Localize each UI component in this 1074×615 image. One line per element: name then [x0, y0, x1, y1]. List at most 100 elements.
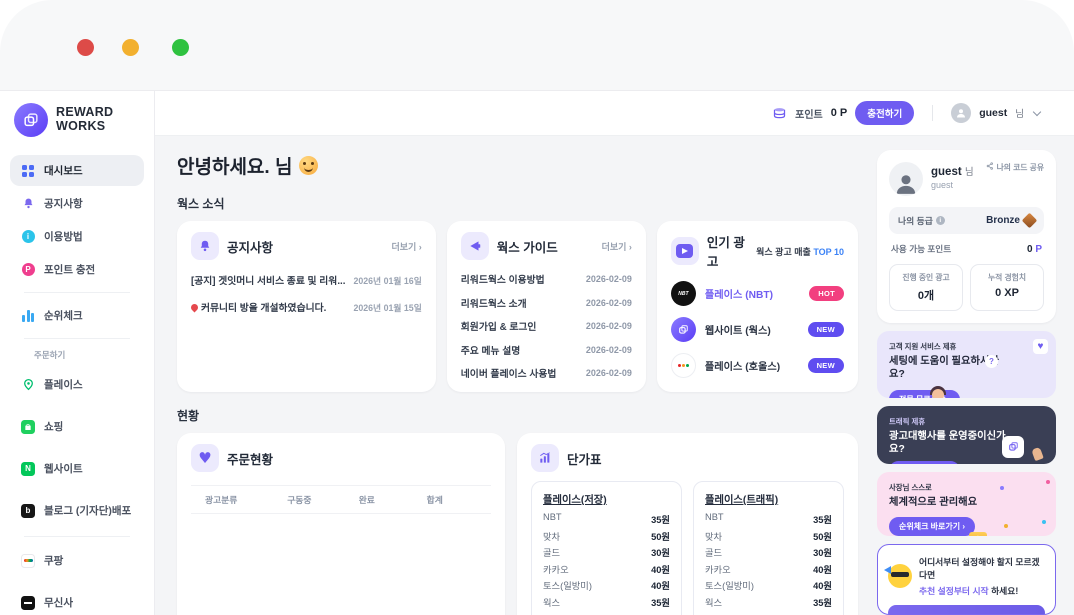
- megaphone-icon: [461, 232, 489, 260]
- card-title: 주문현황: [227, 449, 491, 468]
- partnership-inquiry-button[interactable]: 제휴 문의하기 ›: [889, 461, 960, 463]
- guide-item[interactable]: 네이버 플레이스 사용법 2026-02-09: [461, 366, 632, 380]
- charge-button[interactable]: 충전하기: [855, 101, 914, 125]
- divider: [24, 338, 130, 339]
- ai-brand-register-button[interactable]: AI 브랜드 등록 바로가기 →: [888, 605, 1045, 615]
- ai-banner[interactable]: 어디서부터 설정해야 할지 모르겠다면 추천 설정부터 시작 하세요! AI 브…: [877, 544, 1056, 615]
- notice-card: 공지사항 더보기 › [공지] 겟잇머니 서비스 종료 및 리워... 2026…: [177, 221, 436, 392]
- topbar: 포인트 0 P 충전하기 guest 님: [155, 91, 1074, 136]
- sidebar-item-point-charge[interactable]: P 포인트 충전: [10, 254, 144, 285]
- guide-item[interactable]: 주요 메뉴 설명 2026-02-09: [461, 343, 632, 357]
- card-title: 웍스 가이드: [497, 237, 594, 256]
- free-consult-button[interactable]: 전문 무료상담 ›: [889, 390, 960, 398]
- maximize-window-button[interactable]: [172, 39, 189, 56]
- popular-more-link[interactable]: 웍스 광고 매출 TOP 10: [756, 245, 844, 258]
- coupang-logo-icon: [21, 554, 35, 568]
- notice-more-link[interactable]: 더보기 ›: [391, 240, 421, 253]
- shopping-bag-icon: [21, 420, 35, 434]
- sidebar-item-label: 이용방법: [44, 229, 83, 244]
- popular-ad-item[interactable]: 플레이스 (호올스) NEW: [671, 353, 844, 378]
- chevron-down-icon[interactable]: [1033, 107, 1041, 115]
- popular-ad-item[interactable]: 웹사이트 (웍스) NEW: [671, 317, 844, 342]
- sidebar-item-musinsa[interactable]: 무신사: [10, 586, 144, 615]
- info-icon[interactable]: i: [936, 216, 945, 225]
- orders-table-header: 광고분류 구동중 완료 합계: [191, 485, 491, 514]
- card-title: 인기 광고: [707, 232, 748, 270]
- divider: [24, 536, 130, 537]
- blog-b-icon: b: [21, 504, 35, 518]
- guide-item[interactable]: 리워드웍스 이용방법 2026-02-09: [461, 272, 632, 286]
- notice-item[interactable]: [공지] 겟잇머니 서비스 종료 및 리워... 2026년 01월 16일: [191, 273, 422, 287]
- info-icon: i: [21, 230, 35, 243]
- price-table-card: 단가표 플레이스(저장) NBT35원 맞차50원 골드30원 카카오40원 토…: [517, 433, 858, 615]
- orders-table-body: [191, 514, 491, 610]
- heart-tile-icon: ♥: [1033, 339, 1048, 354]
- share-icon: [986, 162, 994, 170]
- app-window: REWARD WORKS 대시보드 공지사항 i 이용방법: [0, 0, 1074, 615]
- sidebar-item-notice[interactable]: 공지사항: [10, 188, 144, 219]
- popular-ad-item[interactable]: NBT 플레이스 (NBT) HOT: [671, 281, 844, 306]
- orders-card: ♥ 주문현황 광고분류 구동중 완료 합계: [177, 433, 505, 615]
- sidebar-item-website[interactable]: N 웹사이트: [10, 452, 144, 485]
- rank-bars-icon: [21, 309, 35, 322]
- points-value: 0 P: [831, 107, 848, 119]
- minimize-window-button[interactable]: [122, 39, 139, 56]
- card-title: 공지사항: [227, 237, 383, 256]
- bronze-badge-icon: [1022, 213, 1038, 229]
- sidebar-item-label: 순위체크: [44, 308, 83, 323]
- sidebar-item-label: 포인트 충전: [44, 262, 95, 277]
- naver-n-icon: N: [21, 462, 35, 476]
- profile-subname: guest: [931, 180, 974, 190]
- sidebar-item-label: 블로그 (기자단)배포: [44, 503, 131, 518]
- profile-card: guest 님 guest 나의 코드 공유 나의 등급i Bronze: [877, 150, 1056, 323]
- support-banner[interactable]: 고객 지원 서비스 제휴 세팅에 도움이 필요하시나요? 전문 무료상담 › ♥…: [877, 331, 1056, 398]
- close-window-button[interactable]: [77, 39, 94, 56]
- bar-chart-icon: [531, 444, 559, 472]
- card-title: 단가표: [567, 449, 844, 468]
- sidebar-item-place[interactable]: 플레이스: [10, 368, 144, 401]
- sidebar-item-shopping[interactable]: 쇼핑: [10, 410, 144, 443]
- rank-banner[interactable]: 사장님 스스로 체계적으로 관리해요 순위체크 바로가기 › ★: [877, 472, 1056, 536]
- sidebar-item-coupang[interactable]: 쿠팡: [10, 544, 144, 577]
- guide-more-link[interactable]: 더보기 ›: [602, 240, 632, 253]
- nbt-logo: NBT: [671, 281, 696, 306]
- point-coin-icon: P: [21, 263, 35, 276]
- xp-stat: 누적 경험치 0 XP: [970, 264, 1044, 311]
- app-tile-icon: [1002, 436, 1024, 458]
- username: guest: [979, 107, 1007, 119]
- sidebar-item-label: 대시보드: [44, 163, 83, 178]
- right-panel: guest 님 guest 나의 코드 공유 나의 등급i Bronze: [877, 150, 1056, 615]
- user-avatar: [951, 103, 971, 123]
- coins-icon: [772, 107, 787, 120]
- traffic-banner[interactable]: 트래픽 제휴 광고대행사를 운영중이신가요? 제휴 문의하기 ›: [877, 406, 1056, 464]
- play-icon: [671, 237, 699, 265]
- main-content: 안녕하세요. 님 웍스 소식 공지사항 더보기 ›: [177, 150, 858, 615]
- rewardworks-logo-icon: [14, 103, 48, 137]
- guide-card: 웍스 가이드 더보기 › 리워드웍스 이용방법 2026-02-09 리워드웍스…: [447, 221, 646, 392]
- logo[interactable]: REWARD WORKS: [0, 99, 154, 147]
- price-table-traffic: 플레이스(트래픽) NBT35원 맞차50원 골드30원 카카오40원 토스(일…: [693, 481, 844, 615]
- price-table-save: 플레이스(저장) NBT35원 맞차50원 골드30원 카카오40원 토스(일방…: [531, 481, 682, 615]
- order-section-label: 주문하기: [34, 349, 144, 361]
- sidebar-item-blog[interactable]: b 블로그 (기자단)배포: [10, 494, 144, 527]
- profile-avatar: [889, 162, 923, 196]
- sidebar-item-howto[interactable]: i 이용방법: [10, 221, 144, 252]
- guide-item[interactable]: 리워드웍스 소개 2026-02-09: [461, 296, 632, 310]
- sidebar-item-label: 웹사이트: [44, 461, 83, 476]
- hand-pointer-illustration: [1031, 446, 1044, 460]
- share-code-link[interactable]: 나의 코드 공유: [986, 162, 1044, 196]
- guide-item[interactable]: 회원가입 & 로그인 2026-02-09: [461, 319, 632, 333]
- logo-text: REWARD WORKS: [56, 106, 113, 134]
- new-badge: NEW: [808, 322, 844, 337]
- active-ads-stat: 진행 중인 광고 0개: [889, 264, 963, 311]
- sidebar-item-rank-check[interactable]: 순위체크: [10, 300, 144, 331]
- username-suffix: 님: [1015, 106, 1024, 120]
- works-logo: [671, 317, 696, 342]
- dashboard-grid-icon: [21, 165, 35, 177]
- status-section-title: 현황: [177, 407, 858, 424]
- notice-item[interactable]: 커뮤니티 방을 개설하였습니다. 2026년 01월 15일: [191, 300, 422, 314]
- sidebar-item-dashboard[interactable]: 대시보드: [10, 155, 144, 186]
- sidebar-item-label: 쿠팡: [44, 553, 63, 568]
- musinsa-logo-icon: [21, 596, 35, 610]
- rank-check-button[interactable]: 순위체크 바로가기 ›: [889, 517, 975, 535]
